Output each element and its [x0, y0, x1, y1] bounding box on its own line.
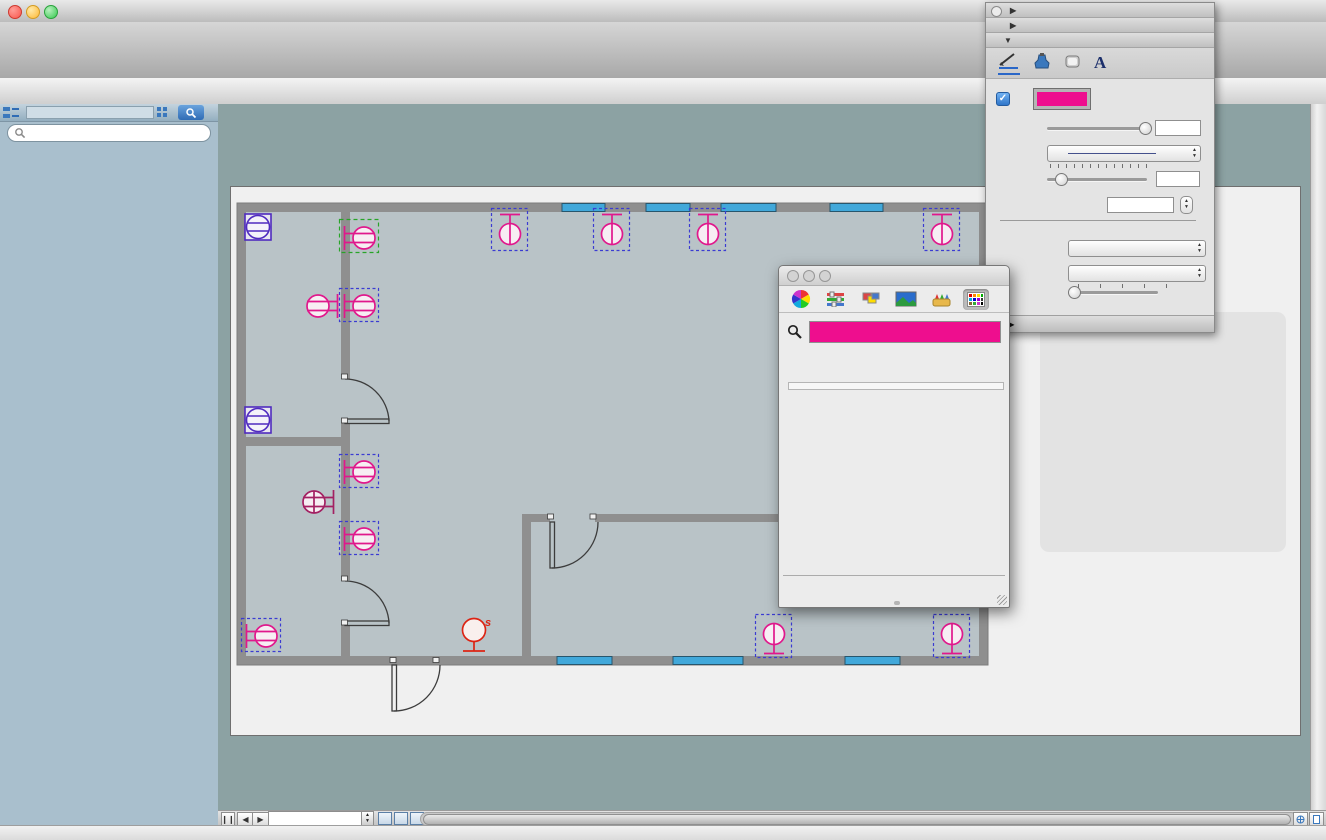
application-window: .bd{fill:none;stroke:#3b3bd2;stroke-widt… [0, 0, 1326, 840]
next-page-button[interactable]: ▶ [252, 812, 269, 826]
svg-text:s: s [485, 617, 491, 629]
library-search-input[interactable] [7, 124, 211, 142]
corner-rounding-stepper[interactable]: ▲▼ [1180, 196, 1193, 214]
chevron-right-icon: ▶ [1010, 6, 1016, 15]
close-window-button[interactable] [8, 5, 22, 19]
endpoint-start-dropdown[interactable]: ▲▼ [1068, 240, 1206, 257]
stepper-arrows-icon: ▲▼ [1192, 147, 1197, 159]
stroke-tab-brush-icon[interactable] [998, 51, 1020, 75]
search-icon [185, 107, 197, 119]
chevron-right-icon: ▶ [1010, 21, 1016, 30]
zoom-stepper[interactable]: ▲▼ [361, 811, 374, 826]
endpoint-end-dropdown[interactable]: ▲▼ [1068, 265, 1206, 282]
library-search-row [0, 121, 218, 145]
line-inspector-body: ✓ ▲▼ [986, 79, 1214, 314]
text-tab-icon[interactable]: A [1094, 53, 1106, 73]
color-palette-grid [788, 382, 1004, 390]
legend-panel [1040, 312, 1286, 552]
drawer-dimple[interactable] [894, 601, 900, 605]
colors-dialog [778, 265, 1010, 608]
page-navigation-bar: ❙❙ ◀ ▶ ▲▼ [218, 810, 1326, 826]
zoom-level-select[interactable] [268, 811, 362, 826]
pattern-dropdown[interactable]: ▲▼ [1047, 145, 1201, 162]
image-palette-icon[interactable] [893, 289, 919, 310]
corner-rounding-field[interactable] [1107, 197, 1174, 213]
library-search-toggle[interactable] [178, 105, 204, 120]
library-panel [0, 104, 219, 825]
web-safe-colors-icon[interactable] [963, 289, 989, 310]
magnifier-icon [787, 324, 803, 340]
color-palettes-icon[interactable] [858, 289, 884, 310]
zoom-icon[interactable] [819, 270, 831, 282]
status-bar [0, 825, 1326, 840]
crayons-icon[interactable] [928, 289, 954, 310]
width-field[interactable] [1156, 171, 1200, 187]
inspector-section-line[interactable]: ▼ [986, 33, 1214, 48]
palette-close-icon[interactable] [991, 6, 1002, 17]
width-slider[interactable] [1047, 178, 1147, 181]
colors-dialog-toolbar [779, 286, 1009, 313]
search-icon [14, 127, 26, 139]
inspector-section-information[interactable]: ▶ [986, 18, 1214, 33]
opacity-field[interactable] [1155, 120, 1201, 136]
grid-view-icon[interactable] [154, 106, 174, 119]
pan-tool-icon[interactable] [1293, 812, 1308, 826]
stroke-color-swatch[interactable] [1034, 89, 1090, 109]
page-view-buttons[interactable] [378, 812, 424, 825]
horizontal-scrollbar[interactable] [420, 812, 1298, 826]
color-wheel-icon[interactable] [788, 289, 814, 310]
inspector-section-presentation-mode[interactable]: ▶ [986, 315, 1214, 332]
vertical-scrollbar[interactable] [1310, 104, 1326, 810]
opacity-slider[interactable] [1047, 127, 1147, 130]
inspector-section-behaviour[interactable]: ▶ [986, 3, 1214, 18]
color-search-row [787, 321, 1009, 343]
zoom-window-button[interactable] [44, 5, 58, 19]
width-slider-ticks [1050, 164, 1150, 168]
stroke-checkbox[interactable]: ✓ [996, 92, 1010, 106]
color-sliders-icon[interactable] [823, 289, 849, 310]
colors-dialog-titlebar[interactable] [779, 266, 1009, 286]
chevron-down-icon: ▼ [1004, 36, 1012, 45]
endpoint-size-slider[interactable] [1068, 291, 1158, 294]
minimize-window-button[interactable] [26, 5, 40, 19]
pause-layout-button[interactable]: ❙❙ [221, 812, 235, 826]
library-panel-header [0, 104, 218, 122]
resize-grip[interactable] [997, 595, 1007, 605]
tree-view-icon[interactable] [0, 106, 22, 119]
library-title-inset [26, 106, 154, 119]
selected-color-bar[interactable] [809, 321, 1001, 343]
inspector-palette: ▶ ▶ ▼ A ✓ [985, 2, 1215, 333]
shadow-tab-icon[interactable] [1064, 54, 1082, 73]
minimize-icon[interactable] [803, 270, 815, 282]
fill-tab-inkbottle-icon[interactable] [1032, 53, 1052, 74]
close-icon[interactable] [787, 270, 799, 282]
page-icon[interactable] [1309, 812, 1324, 826]
line-inspector-tabs: A [986, 48, 1214, 79]
horizontal-scrollbar-thumb[interactable] [423, 814, 1291, 825]
